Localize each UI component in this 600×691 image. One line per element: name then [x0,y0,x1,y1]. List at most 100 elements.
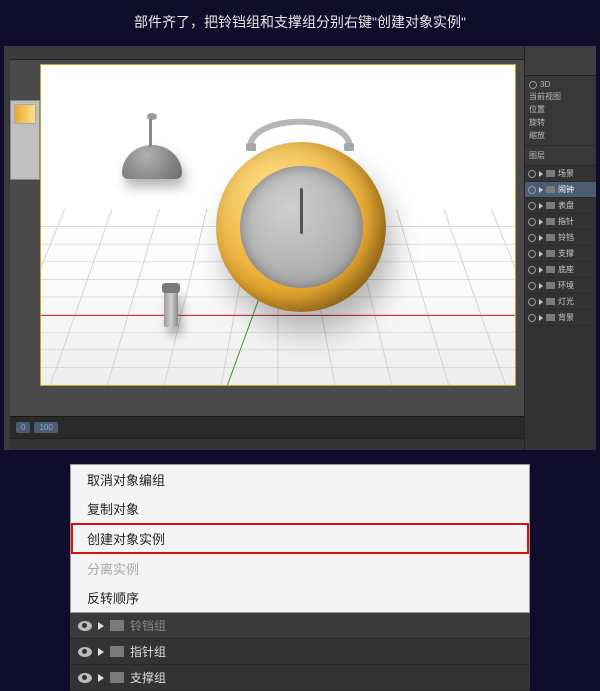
expand-icon[interactable] [98,648,104,656]
folder-icon [110,620,124,631]
layers-panel[interactable]: 场景闹钟表盘指针铃铛支撑底座环境灯光背景 [525,166,596,450]
timeline[interactable]: 0 100 [10,416,524,438]
visibility-icon[interactable] [528,218,536,226]
folder-icon [546,266,555,273]
frame-current[interactable]: 0 [16,422,30,433]
expand-icon[interactable] [98,674,104,682]
layer-row[interactable]: 场景 [525,166,596,182]
support-peg [164,289,178,327]
folder-icon [546,250,555,257]
layer-label: 铃铛 [558,232,574,243]
layer-group-label: 指针组 [130,643,166,660]
expand-icon[interactable] [539,283,543,289]
layer-label: 闹钟 [558,184,574,195]
app-window: 0 100 3D 当前视图 位置 旋转 缩放 图层 场景闹钟表盘指针铃铛支撑底座… [4,46,596,450]
clock-face [240,166,362,288]
scene-canvas[interactable] [40,64,516,386]
3d-viewport[interactable] [10,60,524,416]
layer-label: 背景 [558,312,574,323]
clock-hand [300,188,303,235]
context-menu-item[interactable]: 取消对象编组 [71,465,529,494]
layer-label: 底座 [558,264,574,275]
layers-header: 图层 [525,146,596,166]
prop-row[interactable]: 当前视图 [529,90,592,103]
expand-icon[interactable] [539,171,543,177]
folder-icon [110,672,124,683]
folder-icon [110,646,124,657]
prop-row[interactable]: 缩放 [529,129,592,142]
context-menu-item[interactable]: 创建对象实例 [71,523,529,554]
expand-icon[interactable] [98,622,104,630]
folder-icon [546,314,555,321]
layer-label: 支撑 [558,248,574,259]
visibility-icon[interactable] [528,202,536,210]
bell-object [122,145,182,190]
folder-icon [546,218,555,225]
visibility-icon[interactable] [528,250,536,258]
layer-group-row[interactable]: 铃铛组 [70,613,530,639]
expand-icon[interactable] [539,219,543,225]
visibility-icon[interactable] [528,186,536,194]
layer-row[interactable]: 底座 [525,262,596,278]
layer-group-label: 铃铛组 [130,617,166,634]
right-panel: 3D 当前视图 位置 旋转 缩放 图层 场景闹钟表盘指针铃铛支撑底座环境灯光背景 [524,46,596,450]
layer-label: 指针 [558,216,574,227]
expand-icon[interactable] [539,315,543,321]
layer-label: 表盘 [558,200,574,211]
visibility-icon[interactable] [528,314,536,322]
viewport-tabs[interactable] [10,46,524,60]
expand-icon[interactable] [539,203,543,209]
prop-row[interactable]: 旋转 [529,116,592,129]
visibility-icon[interactable] [528,170,536,178]
visibility-icon[interactable] [528,298,536,306]
panel-toolbar[interactable] [525,46,596,76]
context-menu-item[interactable]: 复制对象 [71,494,529,523]
layer-row[interactable]: 铃铛 [525,230,596,246]
layer-row[interactable]: 环境 [525,278,596,294]
expand-icon[interactable] [539,267,543,273]
layer-label: 环境 [558,280,574,291]
expand-icon[interactable] [539,251,543,257]
folder-icon [546,282,555,289]
layer-row[interactable]: 背景 [525,310,596,326]
prop-row[interactable]: 3D [529,79,592,90]
expand-icon[interactable] [539,235,543,241]
folder-icon [546,186,555,193]
layer-row[interactable]: 闹钟 [525,182,596,198]
visibility-icon[interactable] [528,234,536,242]
context-menu: 取消对象编组复制对象创建对象实例分离实例反转顺序 [70,464,530,613]
context-menu-item[interactable]: 反转顺序 [71,583,529,612]
properties-section: 3D 当前视图 位置 旋转 缩放 [525,76,596,146]
folder-icon [546,170,555,177]
expand-icon[interactable] [539,299,543,305]
clock-body [216,142,386,312]
visibility-icon[interactable] [78,647,92,657]
instruction-text: 部件齐了，把铃铛组和支撑组分别右键"创建对象实例" [0,0,600,46]
visibility-icon[interactable] [78,673,92,683]
layer-row[interactable]: 支撑 [525,246,596,262]
material-swatch[interactable] [14,104,36,124]
prop-row[interactable]: 位置 [529,103,592,116]
context-menu-item: 分离实例 [71,554,529,583]
layer-group-row[interactable]: 支撑组 [70,665,530,691]
status-bar [10,438,524,450]
visibility-icon[interactable] [528,266,536,274]
layer-row[interactable]: 表盘 [525,198,596,214]
layer-group-row[interactable]: 指针组 [70,639,530,665]
visibility-icon[interactable] [528,282,536,290]
folder-icon [546,202,555,209]
frame-end[interactable]: 100 [34,422,57,433]
material-thumbnails[interactable] [10,100,40,180]
layers-list[interactable]: 铃铛组指针组支撑组 [70,613,530,691]
expand-icon[interactable] [539,187,543,193]
folder-icon [546,234,555,241]
context-menu-area: 取消对象编组复制对象创建对象实例分离实例反转顺序 铃铛组指针组支撑组 [70,464,530,660]
viewport-column: 0 100 [10,46,524,450]
x-axis [41,315,515,316]
layer-row[interactable]: 灯光 [525,294,596,310]
visibility-icon[interactable] [78,621,92,631]
layer-label: 场景 [558,168,574,179]
layer-group-label: 支撑组 [130,669,166,686]
layer-row[interactable]: 指针 [525,214,596,230]
layer-label: 灯光 [558,296,574,307]
